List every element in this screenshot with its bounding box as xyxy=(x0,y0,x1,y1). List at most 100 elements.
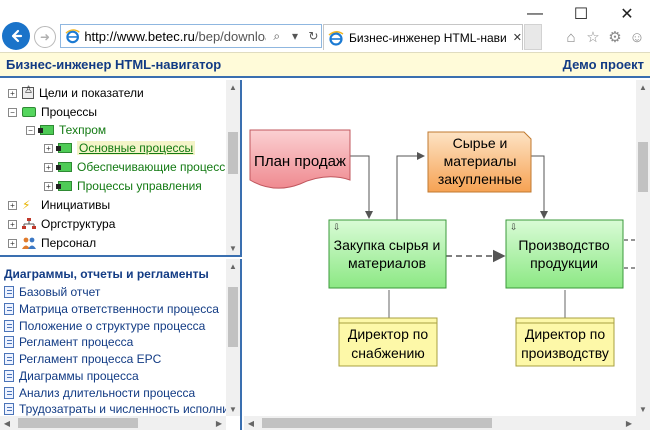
expand-icon[interactable]: + xyxy=(8,200,17,210)
subprocess-icon xyxy=(56,181,72,191)
tree-item-main-processes[interactable]: + Основные процессы xyxy=(44,139,196,157)
document-icon xyxy=(4,387,14,399)
reports-vertical-scrollbar[interactable]: ▲ ▼ xyxy=(226,259,240,416)
scroll-right-icon[interactable]: ▶ xyxy=(212,416,226,430)
url-text[interactable]: http://www.betec.ru/bep/downloac xyxy=(84,29,266,44)
diagram-vertical-scrollbar[interactable]: ▲ ▼ xyxy=(636,80,650,430)
tree-item-personnel[interactable]: + Персонал xyxy=(8,234,96,252)
tree-item-techprom[interactable]: − Техпром xyxy=(26,121,106,139)
refresh-icon[interactable]: ↻ xyxy=(306,28,321,44)
scroll-up-icon[interactable]: ▲ xyxy=(636,80,650,94)
scroll-thumb[interactable] xyxy=(262,418,492,428)
tree-item-label: Процессы xyxy=(41,105,98,119)
report-label: Диаграммы процесса xyxy=(19,369,139,383)
app-header: Бизнес-инженер HTML-навигатор Демо проек… xyxy=(0,52,650,78)
org-chart-icon xyxy=(22,218,36,229)
report-label: Анализ длительности процесса xyxy=(19,386,196,400)
tree-item-management-processes[interactable]: + Процессы управления xyxy=(44,177,202,195)
process-diagram-canvas[interactable]: План продаж Сырье и материалы закупленны… xyxy=(244,80,650,430)
subprocess-icon xyxy=(56,162,72,172)
production-process-box[interactable] xyxy=(505,219,624,289)
scroll-left-icon[interactable]: ◀ xyxy=(0,416,14,430)
report-link[interactable]: Трудозатраты и численность исполнителей xyxy=(4,401,240,417)
production-process-icon: ⇩ xyxy=(510,222,518,232)
people-icon xyxy=(22,237,36,249)
scroll-down-icon[interactable]: ▼ xyxy=(636,402,650,416)
scroll-thumb[interactable] xyxy=(18,418,138,428)
home-icon[interactable]: ⌂ xyxy=(562,28,580,46)
report-link[interactable]: Регламент процесса EPC xyxy=(4,351,161,367)
tree-vertical-scrollbar[interactable]: ▲ ▼ xyxy=(226,80,240,255)
diagram-horizontal-scrollbar[interactable]: ◀ ▶ xyxy=(244,416,650,430)
flow-raw-to-production xyxy=(531,155,548,219)
back-button[interactable] xyxy=(2,22,30,50)
tree-item-goals[interactable]: + Цели и показатели xyxy=(8,84,144,102)
expand-icon[interactable]: + xyxy=(44,162,53,172)
report-label: Регламент процесса xyxy=(19,335,134,349)
tree-item-orgstructure[interactable]: + Оргструктура xyxy=(8,215,115,233)
flow-raw-from-purchase xyxy=(396,152,425,220)
settings-gear-icon[interactable]: ⚙ xyxy=(606,28,624,46)
document-icon xyxy=(4,286,14,298)
report-link[interactable]: Базовый отчет xyxy=(4,284,100,300)
collapse-icon[interactable]: − xyxy=(8,107,17,117)
document-icon xyxy=(4,370,14,382)
report-label: Матрица ответственности процесса xyxy=(19,302,219,316)
smiley-feedback-icon[interactable]: ☺ xyxy=(628,28,646,46)
maximize-button[interactable]: ☐ xyxy=(558,0,604,28)
document-icon xyxy=(4,303,14,315)
expand-icon[interactable]: + xyxy=(8,238,17,248)
expand-icon[interactable]: + xyxy=(44,181,53,191)
raw-label-2: материалы xyxy=(444,153,517,169)
report-link[interactable]: Матрица ответственности процесса xyxy=(4,301,219,317)
search-icon[interactable]: ⌕ xyxy=(269,28,284,44)
close-window-button[interactable]: ✕ xyxy=(604,0,650,28)
collapse-icon[interactable]: − xyxy=(26,125,35,135)
lightning-icon: ⚡ xyxy=(22,198,31,212)
report-link[interactable]: Регламент процесса xyxy=(4,334,133,350)
scroll-thumb[interactable] xyxy=(228,132,238,174)
dropdown-icon[interactable]: ▾ xyxy=(287,28,302,44)
tree-item-label: Процессы управления xyxy=(77,179,202,193)
new-tab-button[interactable] xyxy=(524,24,542,50)
tab-ie-icon xyxy=(328,30,344,46)
close-tab-icon[interactable]: ✕ xyxy=(513,31,522,44)
address-bar[interactable]: http://www.betec.ru/bep/downloac ⌕ ▾ ↻ xyxy=(60,24,322,48)
ie-logo-icon xyxy=(65,29,80,44)
subprocess-icon xyxy=(38,125,54,135)
scroll-up-icon[interactable]: ▲ xyxy=(226,259,240,273)
tab-title: Бизнес-инженер HTML-нави xyxy=(348,30,507,45)
scroll-up-icon[interactable]: ▲ xyxy=(226,80,240,94)
document-icon xyxy=(4,403,14,415)
browser-tab[interactable]: Бизнес-инженер HTML-нави ✕ xyxy=(323,24,523,50)
expand-icon[interactable]: + xyxy=(44,143,53,153)
tree-item-processes[interactable]: − Процессы xyxy=(8,103,97,121)
scroll-left-icon[interactable]: ◀ xyxy=(244,416,258,430)
flow-plan-to-purchase xyxy=(350,155,373,219)
scroll-thumb[interactable] xyxy=(228,287,238,347)
report-link[interactable]: Диаграммы процесса xyxy=(4,368,139,384)
url-path: /bep/downloac xyxy=(194,28,266,44)
expand-icon[interactable]: + xyxy=(8,88,17,98)
role-supply-label-1: Директор по xyxy=(348,326,428,342)
expand-icon[interactable]: + xyxy=(8,219,17,229)
tree-item-support-processes[interactable]: + Обеспечивающие процессы xyxy=(44,158,234,176)
forward-button[interactable]: ➜ xyxy=(34,26,56,48)
report-link[interactable]: Положение о структуре процесса xyxy=(4,318,205,334)
role-production-label-2: производству xyxy=(521,345,609,361)
favorites-star-icon[interactable]: ☆ xyxy=(584,28,602,46)
scroll-right-icon[interactable]: ▶ xyxy=(622,416,636,430)
project-name[interactable]: Демо проект xyxy=(563,57,644,72)
tree-item-initiatives[interactable]: + ⚡ Инициативы xyxy=(8,196,110,214)
scroll-down-icon[interactable]: ▼ xyxy=(226,402,240,416)
reports-horizontal-scrollbar[interactable]: ◀ ▶ xyxy=(0,416,226,430)
back-arrow-icon xyxy=(11,29,23,43)
report-label: Базовый отчет xyxy=(19,285,101,299)
plan-label: План продаж xyxy=(254,153,346,170)
scroll-thumb[interactable] xyxy=(638,142,648,192)
report-link[interactable]: Анализ длительности процесса xyxy=(4,385,195,401)
purchase-process-box[interactable] xyxy=(328,219,447,289)
tree-item-label: Оргструктура xyxy=(41,217,116,231)
scroll-down-icon[interactable]: ▼ xyxy=(226,241,240,255)
navigation-tree-panel: + Цели и показатели − Процессы − Техпром… xyxy=(0,80,242,257)
